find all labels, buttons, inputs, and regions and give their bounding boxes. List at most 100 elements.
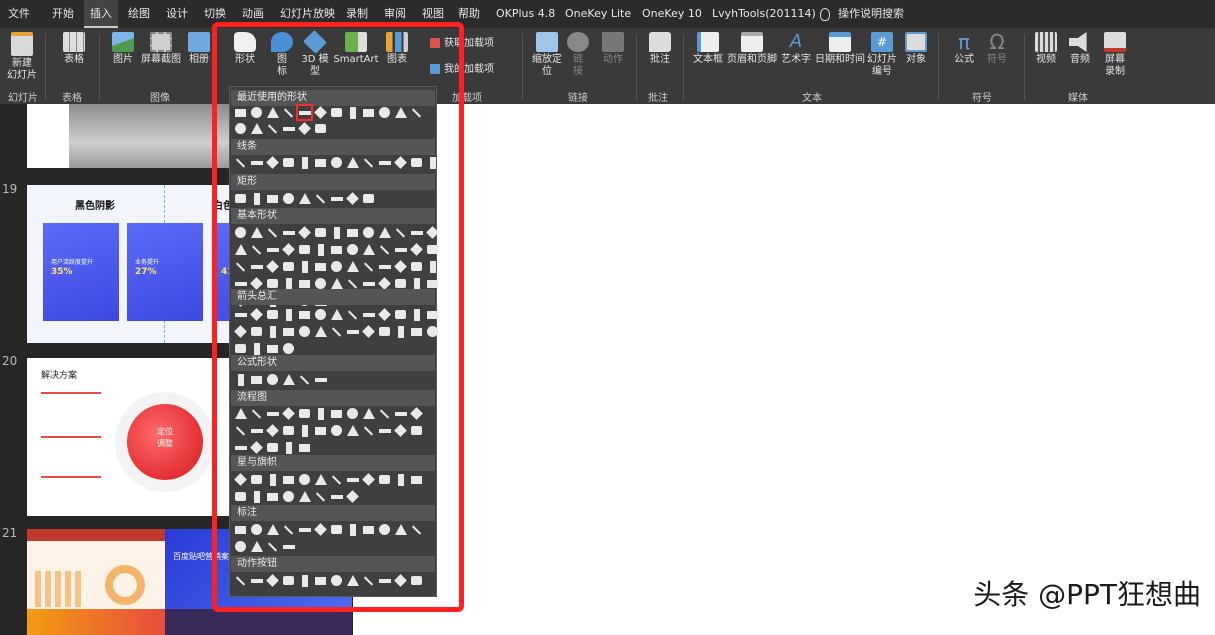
tab-onekey-10[interactable]: OneKey 10 [642,0,702,28]
search-label: 操作说明搜索 [838,7,904,20]
search-box[interactable]: 操作说明搜索 [820,0,904,28]
album-button[interactable]: 相册 [185,32,213,66]
stat-card-label: 用户活跃度提升 [51,259,94,266]
slide-number: 20 [2,354,18,368]
group-label-comments: 批注 [648,93,668,104]
calendar-icon [829,32,851,52]
comment-button[interactable]: 批注 [645,32,675,66]
group-label-media: 媒体 [1068,93,1088,104]
object-icon [905,32,927,52]
collage-panel [27,529,165,609]
dodecahedron-graphic: 定位 调整 [127,404,203,480]
table-button[interactable]: 表格 [56,32,92,66]
red-highlight-frame [212,22,464,612]
slide-number: 19 [2,182,18,196]
symbol-label: 符号 [987,54,1007,65]
omega-icon: Ω [989,30,1005,54]
center-label: 调整 [157,439,173,448]
stat-card: 业务提升 27% [127,223,203,321]
equation-label: 公式 [954,54,974,65]
textbox-label: 文本框 [693,54,723,65]
link-label: 链 接 [573,54,583,77]
audio-button[interactable]: 音频 [1066,32,1094,66]
wordart-label: 艺术字 [781,54,811,65]
datetime-label: 日期和时间 [815,54,865,65]
tab-lvyhtools[interactable]: LvyhTools(201114) [712,0,816,28]
comment-icon [649,32,671,52]
slide-heading: 黑色阴影 [75,201,115,212]
slide-heading: 解决方案 [41,371,78,381]
group-separator [683,34,684,100]
textbox-icon [697,32,719,52]
collage-panel [27,609,165,635]
album-icon [188,32,210,52]
watermark-text: 头条 @PPT狂想曲 [973,578,1201,611]
tab-home[interactable]: 开始 [52,0,74,28]
equation-button[interactable]: π 公式 [948,32,980,66]
pi-icon: π [957,30,971,54]
globe-icon [567,32,589,52]
stat-card: 用户活跃度提升 35% [43,223,119,321]
picture-button[interactable]: 图片 [106,32,140,66]
new-slide-label: 新建 幻灯片 [7,58,37,81]
action-button[interactable]: 动作 [598,32,628,66]
zoom-icon [536,32,558,52]
header-footer-icon [741,32,763,52]
ribbon-tab-bar: 文件 开始 插入 绘图 设计 切换 动画 幻灯片放映 录制 审阅 视图 帮助 O… [0,0,1215,28]
speaker-icon [1069,32,1087,52]
tab-file[interactable]: 文件 [8,0,30,28]
slide-number-button[interactable]: # 幻灯片 编号 [866,32,898,78]
tab-draw[interactable]: 绘图 [128,0,150,28]
tab-onekey-lite[interactable]: OneKey Lite [565,0,631,28]
star-icon [602,32,624,52]
slide-number: 21 [2,526,18,540]
tab-design[interactable]: 设计 [166,0,188,28]
group-label-images: 图像 [150,93,170,104]
album-label: 相册 [189,54,209,65]
bar-graphic [35,571,85,607]
screenshot-icon [150,32,172,52]
accent-line [41,436,101,438]
screen-record-icon [1104,32,1126,52]
tab-okplus[interactable]: OKPlus 4.8 [496,0,555,28]
object-label: 对象 [906,54,926,65]
group-label-slides: 幻灯片 [8,93,38,104]
video-button[interactable]: 视频 [1032,32,1060,66]
group-separator [522,34,523,100]
tab-insert[interactable]: 插入 [84,0,118,28]
screenshot-label: 屏幕截图 [141,54,181,65]
zoom-label: 缩放定 位 [532,54,562,77]
group-label-text: 文本 [802,93,822,104]
hash-icon: # [871,32,893,52]
header-footer-button[interactable]: 页眉和页脚 [726,32,778,66]
screenshot-button[interactable]: 屏幕截图 [140,32,182,66]
table-icon [63,32,85,52]
wordart-icon: A [789,31,803,52]
screen-record-button[interactable]: 屏幕 录制 [1098,32,1132,78]
video-label: 视频 [1036,54,1056,65]
group-separator [45,34,46,100]
table-label: 表格 [64,54,84,65]
zoom-button[interactable]: 缩放定 位 [530,32,564,78]
collage-panel [165,609,352,635]
action-label: 动作 [603,54,623,65]
slide-number-label: 幻灯片 编号 [867,54,897,77]
wordart-button[interactable]: A 艺术字 [778,32,814,66]
textbox-button[interactable]: 文本框 [690,32,726,66]
accent-line [41,476,101,478]
ribbon: 新建 幻灯片 表格 图片 屏幕截图 相册 形状 图 标 3D 模 型 Smart… [0,28,1215,104]
stat-card-label: 业务提升 [135,259,160,266]
object-button[interactable]: 对象 [902,32,930,66]
datetime-button[interactable]: 日期和时间 [814,32,866,66]
picture-icon [112,32,134,52]
link-button[interactable]: 链 接 [566,32,590,78]
group-separator [99,34,100,100]
group-separator [938,34,939,100]
new-slide-button[interactable]: 新建 幻灯片 [3,32,41,82]
symbol-button[interactable]: Ω 符号 [982,32,1012,66]
group-separator [636,34,637,100]
stat-card-value: 35% [51,267,73,277]
new-slide-icon [11,32,33,56]
group-separator [1024,34,1025,100]
picture-label: 图片 [113,54,133,65]
